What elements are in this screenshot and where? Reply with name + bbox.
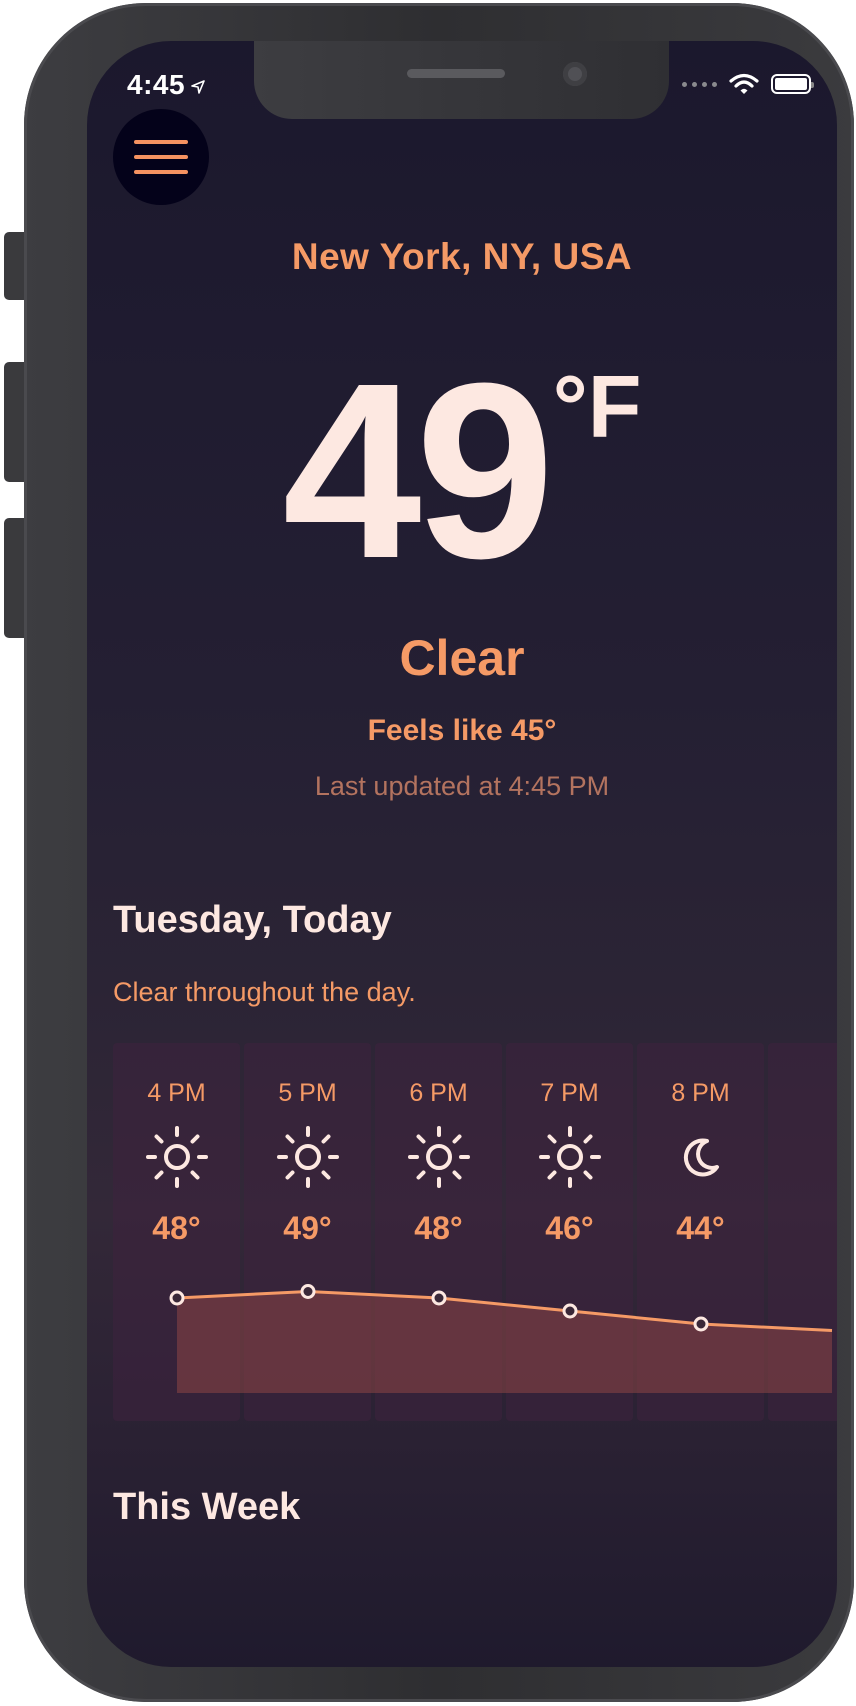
week-title: This Week — [113, 1486, 301, 1528]
temperature-unit: °F — [552, 357, 642, 456]
hour-time: 7 PM — [540, 1079, 599, 1107]
signal-dots-icon — [682, 81, 717, 87]
battery-icon — [771, 74, 814, 94]
menu-line — [134, 140, 188, 144]
location-arrow-icon — [191, 80, 205, 94]
hour-card[interactable] — [768, 1043, 837, 1421]
today-title: Tuesday, Today — [113, 899, 392, 941]
menu-line — [134, 155, 188, 159]
hourly-forecast[interactable]: 4 PM 48° 5 PM 49° 6 PM 48° 7 PM 46° 8 PM — [113, 1043, 837, 1421]
hour-card[interactable]: 7 PM 46° — [506, 1043, 633, 1421]
temperature-value: 49 — [282, 331, 554, 610]
weather-condition: Clear — [399, 630, 525, 686]
today-description: Clear throughout the day. — [113, 977, 416, 1007]
notch — [254, 41, 669, 119]
status-time-text: 4:45 — [127, 69, 186, 100]
sun-icon — [146, 1126, 208, 1188]
hour-card[interactable]: 8 PM 44° — [637, 1043, 764, 1421]
hour-temperature: 48° — [414, 1210, 463, 1246]
phone-frame: 4:45 New York, NY, USA 49°F Clear Feels … — [24, 3, 854, 1702]
hour-temperature: 48° — [152, 1210, 201, 1246]
moon-icon — [683, 1138, 719, 1177]
location-title: New York, NY, USA — [291, 236, 633, 277]
sun-icon — [277, 1126, 339, 1188]
hour-temperature: 44° — [676, 1210, 725, 1246]
app-screen: 4:45 New York, NY, USA 49°F Clear Feels … — [87, 41, 837, 1667]
earpiece-speaker — [407, 69, 505, 78]
sun-icon — [408, 1126, 470, 1188]
hour-time: 8 PM — [671, 1079, 730, 1107]
feels-like: Feels like 45° — [367, 714, 557, 747]
last-updated: Last updated at 4:45 PM — [314, 771, 610, 801]
hour-temperature: 49° — [283, 1210, 332, 1246]
hour-card[interactable]: 6 PM 48° — [375, 1043, 502, 1421]
hour-temperature: 46° — [545, 1210, 594, 1246]
status-bar-indicators — [682, 73, 814, 95]
hour-card[interactable]: 4 PM 48° — [113, 1043, 240, 1421]
front-camera — [563, 62, 587, 86]
hamburger-menu-button[interactable] — [113, 109, 209, 205]
status-bar-time: 4:45 — [127, 69, 205, 101]
hour-time: 6 PM — [409, 1079, 468, 1107]
wifi-icon — [729, 73, 759, 94]
hour-card[interactable]: 5 PM 49° — [244, 1043, 371, 1421]
sun-icon — [539, 1126, 601, 1188]
menu-line — [134, 170, 188, 174]
hour-time: 4 PM — [147, 1079, 206, 1107]
current-temperature: 49°F — [87, 346, 837, 596]
hour-time: 5 PM — [278, 1079, 337, 1107]
